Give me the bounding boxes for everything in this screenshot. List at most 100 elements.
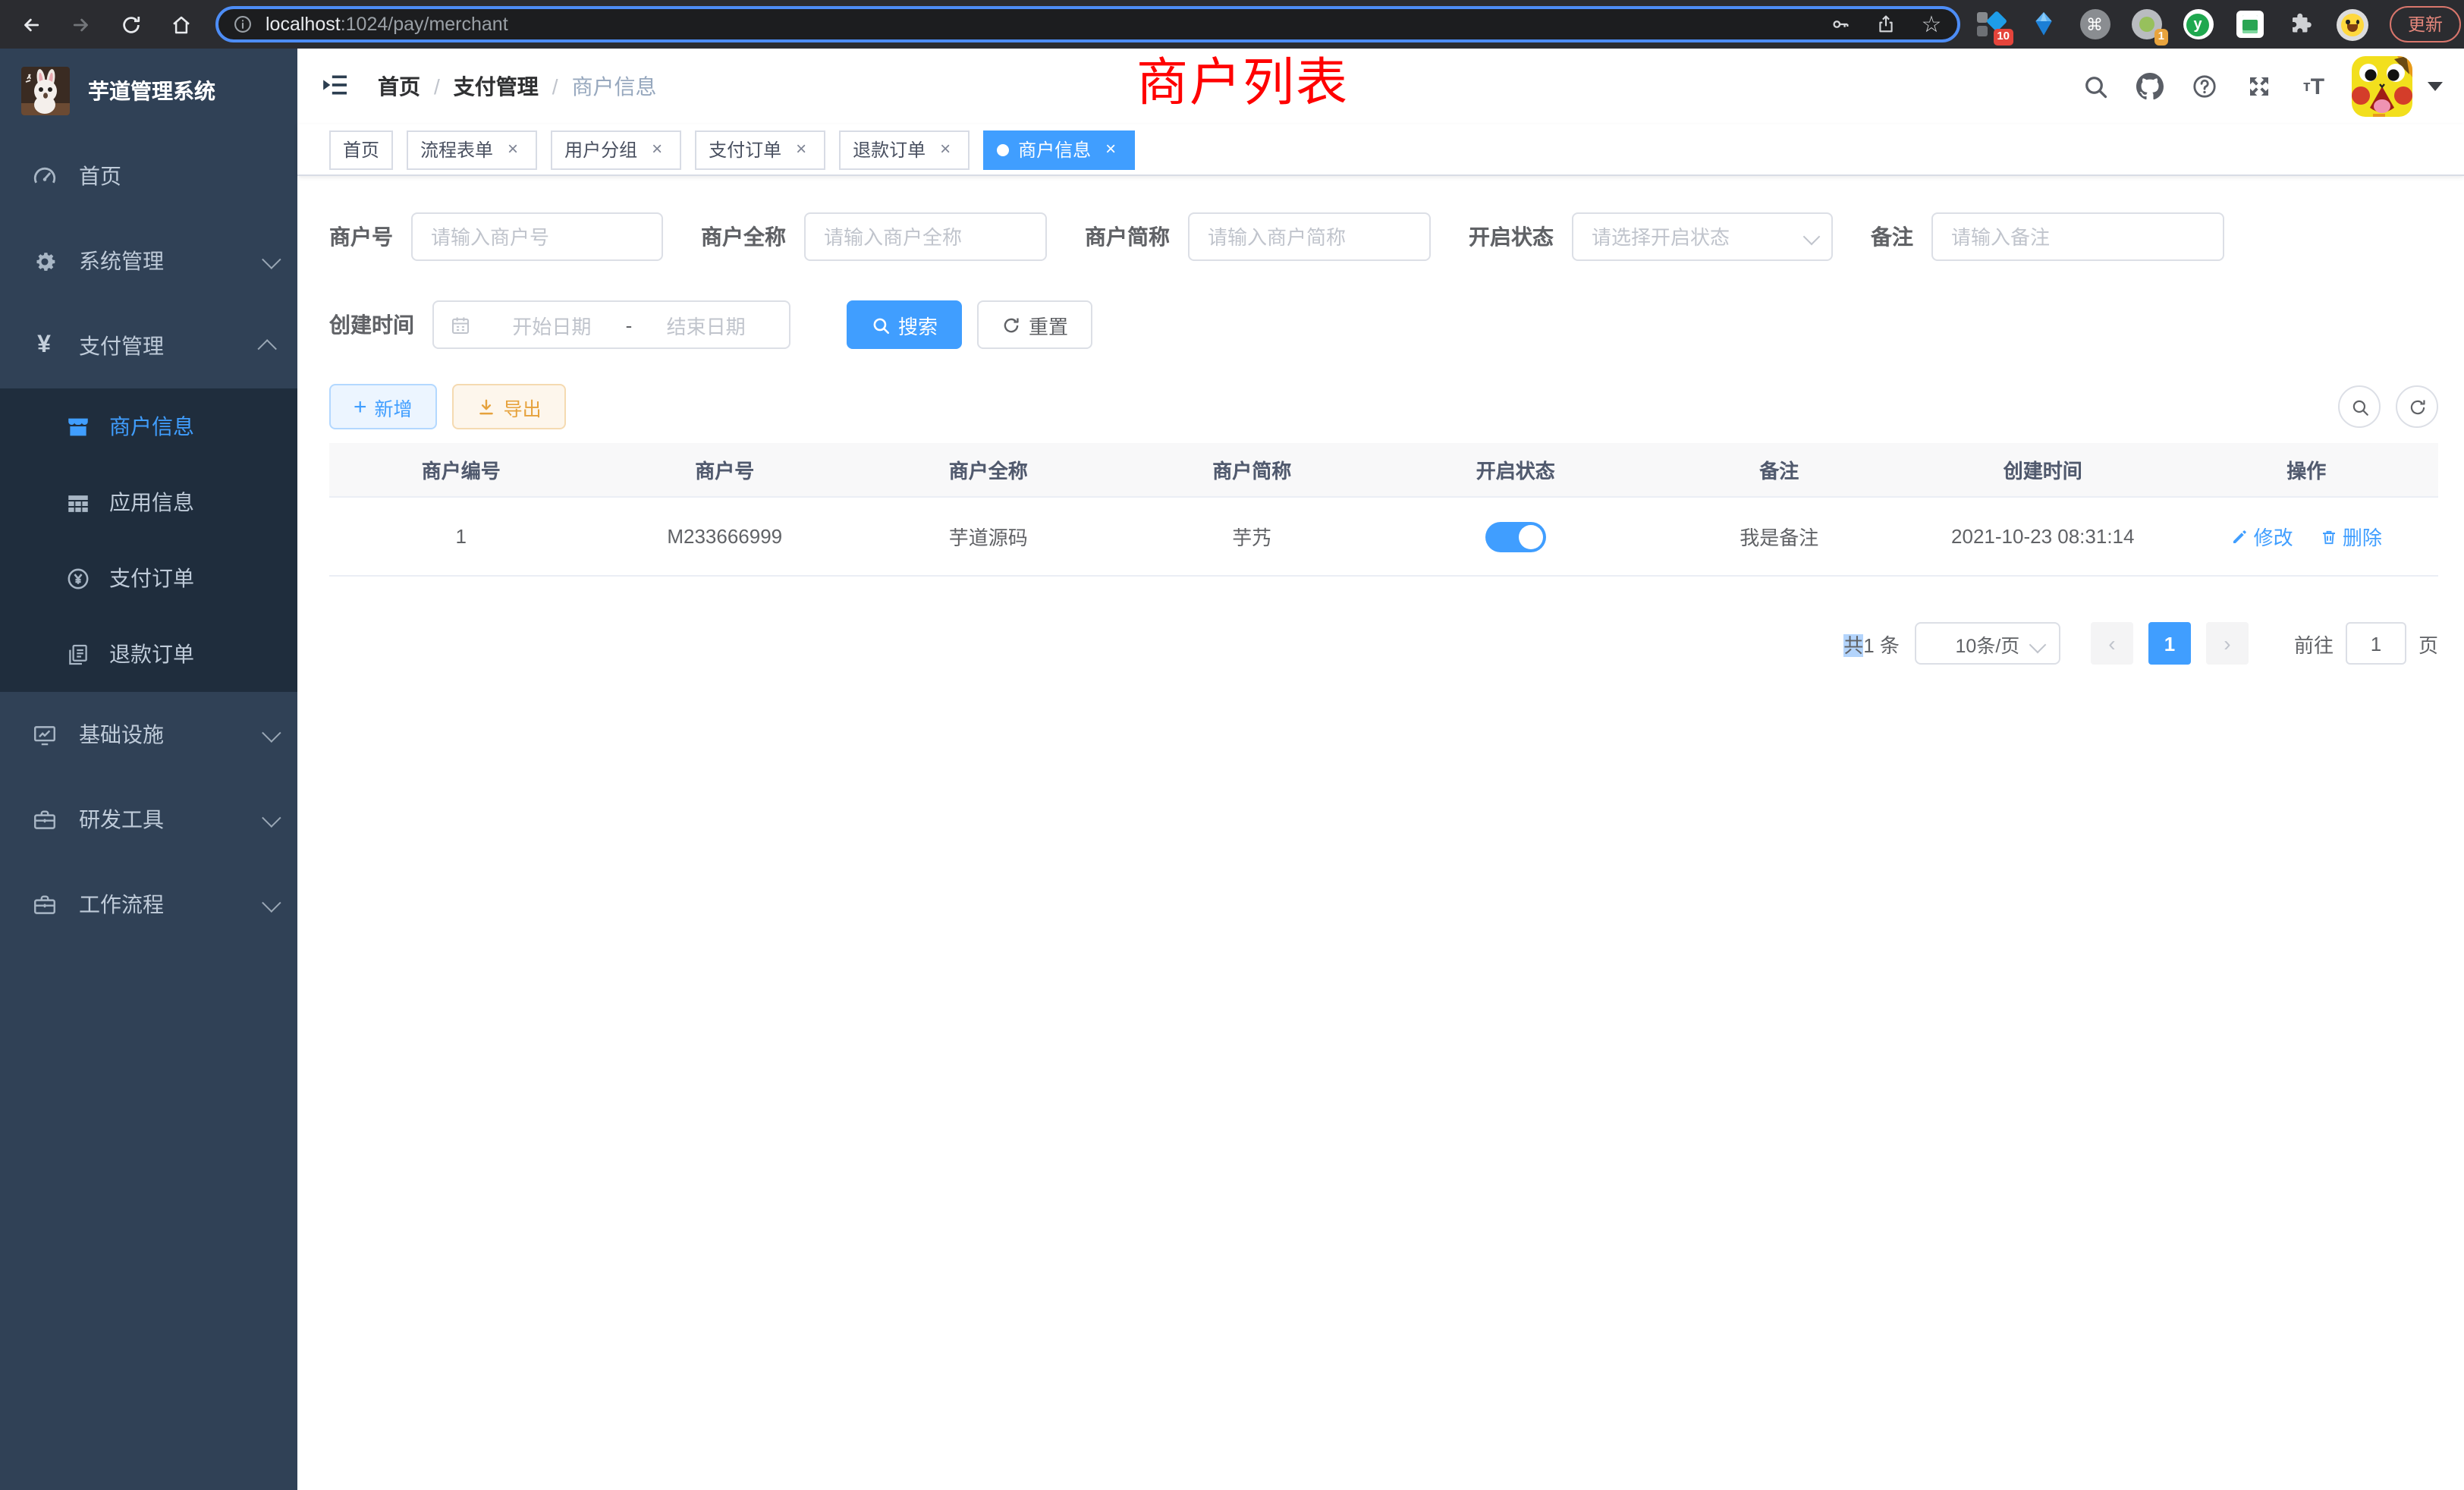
gear-icon [30,247,58,275]
browser-update-button[interactable]: 更新 [2390,6,2461,42]
cell-full-name: 芋道源码 [856,522,1120,551]
toggle-search-icon[interactable] [2338,385,2381,428]
extension-gem-icon[interactable] [2027,8,2059,40]
refresh-table-icon[interactable] [2396,385,2438,428]
help-icon[interactable] [2188,70,2221,103]
sidebar-item-label: 支付管理 [79,331,262,361]
browser-back-icon[interactable] [15,9,46,39]
tags-view-bar: 首页 流程表单 × 用户分组 × 支付订单 × 退款订单 × [297,124,2464,176]
add-button[interactable]: + 新增 [329,384,437,429]
password-key-icon[interactable] [1827,11,1854,38]
table-header-row: 商户编号 商户号 商户全称 商户简称 开启状态 备注 创建时间 操作 [329,443,2438,498]
sidebar-item-app-info[interactable]: 应用信息 [0,464,297,540]
reset-button[interactable]: 重置 [977,300,1092,349]
browser-reload-icon[interactable] [115,9,146,39]
short-name-input[interactable] [1188,212,1431,261]
red-annotation-title: 商户列表 [1136,56,1349,111]
extension-command-icon[interactable]: ⌘ [2079,8,2110,40]
prev-page-button[interactable]: ‹ [2091,622,2133,665]
header-search-icon[interactable] [2079,70,2112,103]
bookmark-star-icon[interactable]: ☆ [1918,11,1945,38]
url-text[interactable]: localhost:1024/pay/merchant [266,14,1809,35]
full-name-input[interactable] [804,212,1047,261]
merchant-table: 商户编号 商户号 商户全称 商户简称 开启状态 备注 创建时间 操作 1 M23… [329,443,2438,577]
delete-link[interactable]: 删除 [2320,522,2382,551]
tab-close-icon[interactable]: × [502,139,523,160]
extension-grid-icon[interactable]: 10 [1975,8,2007,40]
tab-home[interactable]: 首页 [329,130,393,169]
sidebar-item-pay-order[interactable]: 支付订单 [0,540,297,616]
remark-input[interactable] [1931,212,2224,261]
tab-refund-order[interactable]: 退款订单 × [839,130,970,169]
font-size-icon[interactable]: тT [2297,70,2330,103]
breadcrumb-payment[interactable]: 支付管理 [454,71,539,102]
sidebar-logo[interactable]: 芋道管理系统 [0,49,297,134]
address-bar[interactable]: localhost:1024/pay/merchant ☆ [215,6,1960,42]
sidebar-item-merchant-info[interactable]: 商户信息 [0,388,297,464]
current-page-button[interactable]: 1 [2148,622,2191,665]
filter-label: 商户号 [329,222,393,252]
page-size-value: 10条/页 [1956,629,2020,658]
tab-label: 退款订单 [853,137,926,162]
extension-sheet-icon[interactable] [2233,8,2265,40]
filter-label: 创建时间 [329,310,414,340]
browser-profile-avatar[interactable] [2337,8,2368,40]
avatar-caret-icon[interactable] [2428,82,2443,91]
sidebar-item-system[interactable]: 系统管理 [0,218,297,303]
status-select[interactable] [1572,212,1833,261]
yen-icon: ¥ [30,332,58,360]
sidebar-item-payment[interactable]: ¥ 支付管理 [0,303,297,388]
tab-merchant-info[interactable]: 商户信息 × [983,130,1135,169]
logo-rabbit-image [21,67,70,115]
github-icon[interactable] [2133,70,2167,103]
column-header: 商户简称 [1120,455,1384,484]
shop-icon [64,413,91,440]
sidebar-item-refund-order[interactable]: 退款订单 [0,616,297,692]
toolbox-icon [30,806,58,833]
column-header: 商户号 [593,455,857,484]
table-toolbar: + 新增 导出 [329,384,2438,429]
trash-icon [2320,527,2338,545]
next-page-button[interactable]: › [2206,622,2249,665]
end-date-placeholder[interactable]: 结束日期 [638,310,774,339]
breadcrumb-home[interactable]: 首页 [378,71,420,102]
browser-forward-icon[interactable] [65,9,96,39]
tab-close-icon[interactable]: × [935,139,956,160]
browser-home-icon[interactable] [165,9,196,39]
tab-close-icon[interactable]: × [790,139,812,160]
sidebar-item-workflow[interactable]: 工作流程 [0,862,297,947]
tab-close-icon[interactable]: × [1100,139,1121,160]
tab-close-icon[interactable]: × [646,139,668,160]
search-button[interactable]: 搜索 [847,300,962,349]
tab-label: 首页 [343,137,379,162]
chevron-down-icon [2029,637,2047,654]
start-date-placeholder[interactable]: 开始日期 [484,310,620,339]
tab-pay-order[interactable]: 支付订单 × [695,130,825,169]
user-avatar[interactable] [2352,56,2412,117]
share-icon[interactable] [1872,11,1900,38]
sidebar-item-home[interactable]: 首页 [0,134,297,218]
edit-link[interactable]: 修改 [2231,522,2293,551]
sidebar-fold-icon[interactable] [320,70,354,103]
search-button-label: 搜索 [898,310,938,339]
reset-button-label: 重置 [1029,310,1068,339]
sidebar-item-dev-tools[interactable]: 研发工具 [0,777,297,862]
extension-y-icon[interactable]: y [2182,8,2214,40]
status-toggle[interactable] [1485,521,1546,552]
page-size-select[interactable]: 10条/页 [1915,622,2060,665]
extensions-puzzle-icon[interactable] [2285,8,2317,40]
filter-merchant-no: 商户号 [329,212,663,261]
merchant-no-input[interactable] [411,212,663,261]
breadcrumb-separator: / [434,74,440,99]
calendar-icon [449,313,472,336]
tab-user-group[interactable]: 用户分组 × [551,130,681,169]
sidebar-item-infrastructure[interactable]: 基础设施 [0,692,297,777]
export-button[interactable]: 导出 [452,384,566,429]
tab-process-form[interactable]: 流程表单 × [407,130,537,169]
site-info-icon[interactable] [232,14,253,35]
fullscreen-icon[interactable] [2242,70,2276,103]
goto-page-input[interactable] [2346,622,2406,665]
filter-create-time: 创建时间 开始日期 - 结束日期 [329,300,790,349]
date-range-input[interactable]: 开始日期 - 结束日期 [432,300,790,349]
extension-camera-icon[interactable]: 1 [2130,8,2162,40]
